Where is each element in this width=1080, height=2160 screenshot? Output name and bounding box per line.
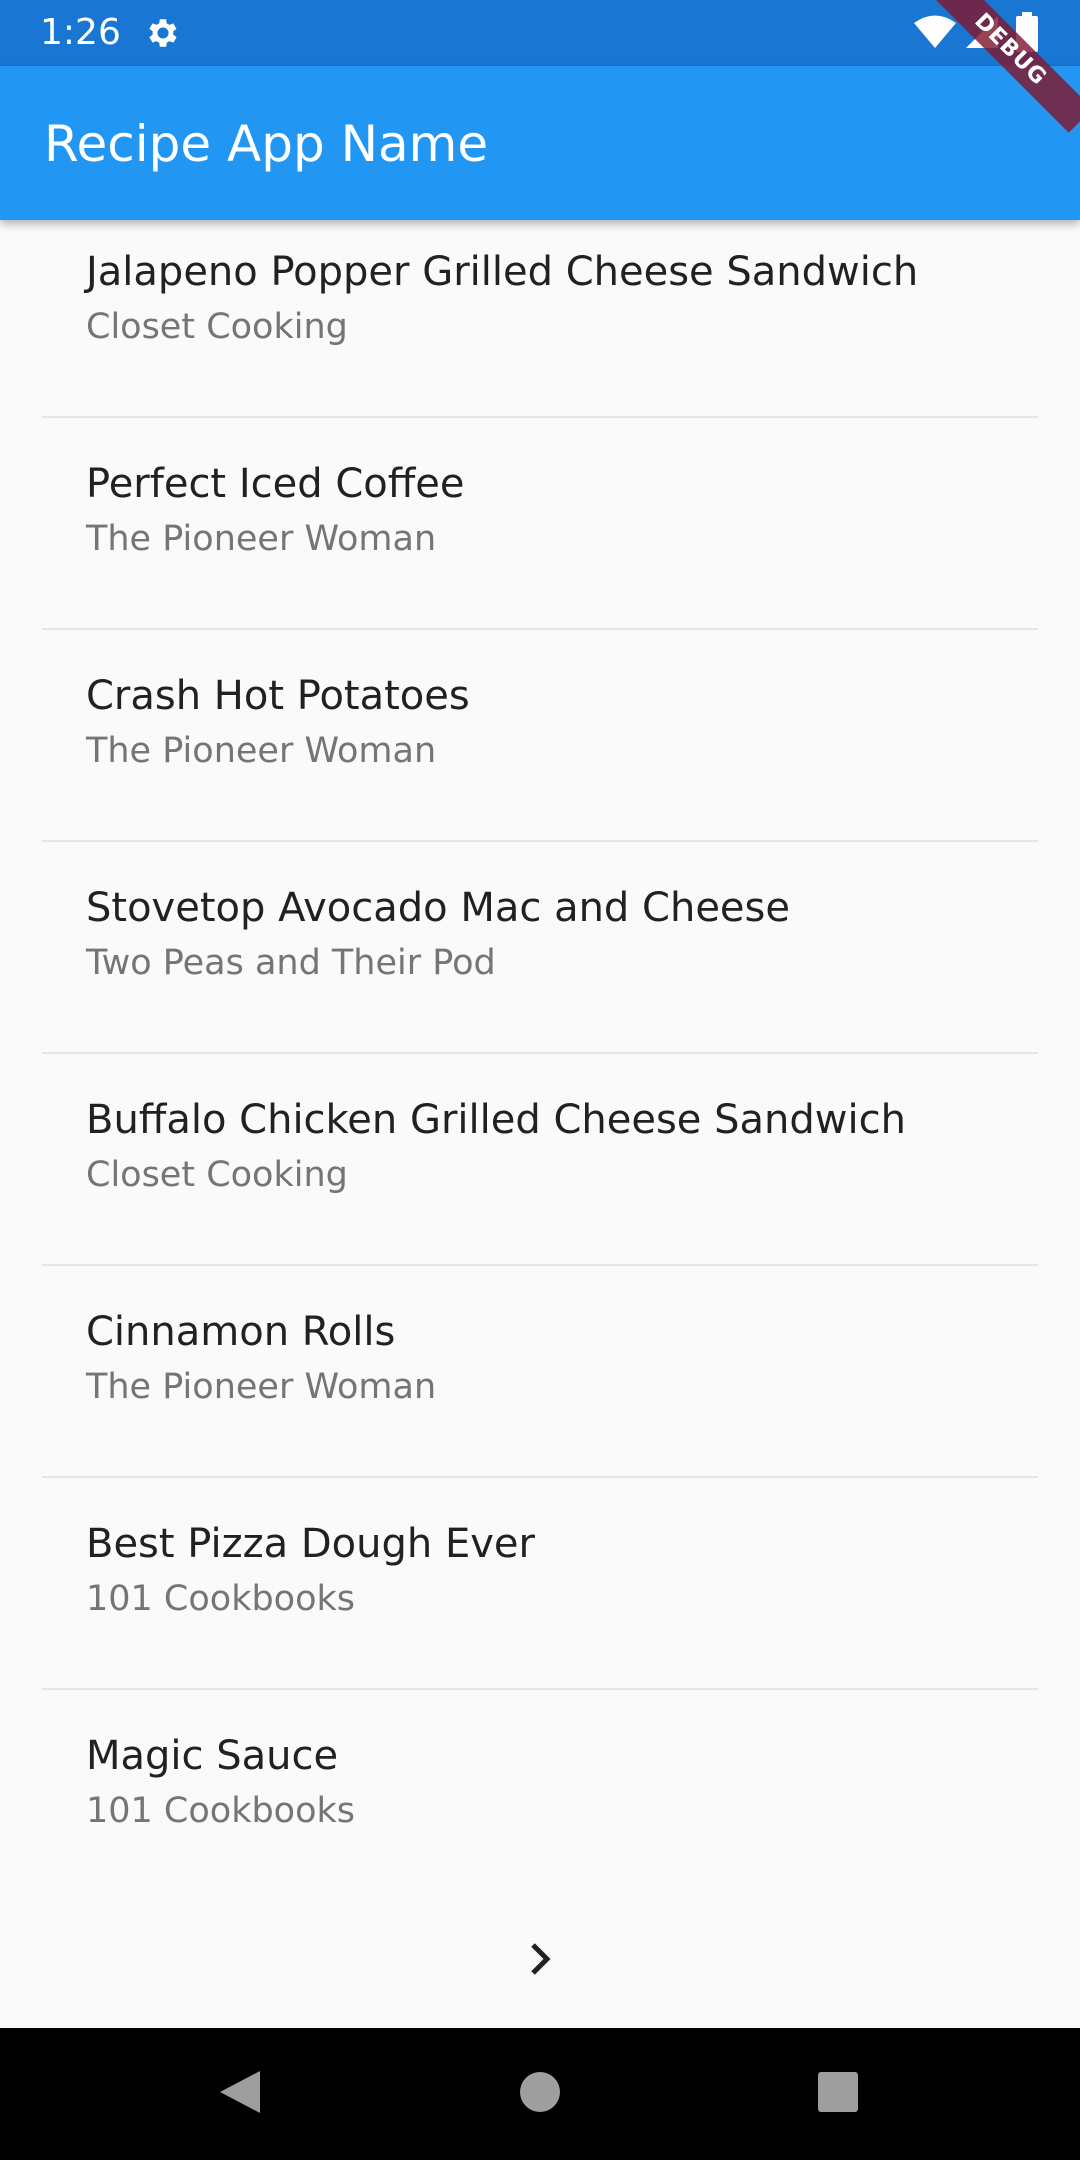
app-title: Recipe App Name	[44, 115, 489, 173]
recipe-title: Jalapeno Popper Grilled Cheese Sandwich	[86, 249, 919, 295]
app-bar: Recipe App Name	[0, 66, 1080, 220]
home-icon	[519, 2071, 561, 2117]
recipe-source: The Pioneer Woman	[86, 519, 437, 559]
recipe-title: Stovetop Avocado Mac and Cheese	[86, 885, 790, 931]
next-page-button[interactable]	[510, 1936, 570, 1986]
chevron-right-icon	[525, 1939, 555, 1983]
recipe-list-item[interactable]: Buffalo Chicken Grilled Cheese Sandwich …	[42, 1054, 1038, 1266]
back-icon	[216, 2067, 264, 2121]
recipe-list-item[interactable]: Jalapeno Popper Grilled Cheese Sandwich …	[42, 220, 1038, 418]
wifi-icon	[912, 14, 958, 50]
recipe-title: Best Pizza Dough Ever	[86, 1521, 535, 1567]
recents-icon	[817, 2071, 859, 2117]
status-bar: 1:26	[0, 0, 1080, 66]
recipe-list-item[interactable]: Magic Sauce 101 Cookbooks	[42, 1690, 1038, 1902]
recipe-list-item[interactable]: Crash Hot Potatoes The Pioneer Woman	[42, 630, 1038, 842]
home-button[interactable]	[508, 2062, 572, 2126]
recipe-title: Crash Hot Potatoes	[86, 673, 470, 719]
recipe-title: Perfect Iced Coffee	[86, 461, 465, 507]
recipe-source: Closet Cooking	[86, 307, 348, 347]
recipe-list-item[interactable]: Perfect Iced Coffee The Pioneer Woman	[42, 418, 1038, 630]
recipe-list-item[interactable]: Cinnamon Rolls The Pioneer Woman	[42, 1266, 1038, 1478]
recipe-source: Two Peas and Their Pod	[86, 943, 496, 983]
recipe-source: 101 Cookbooks	[86, 1579, 356, 1619]
app-screen: 1:26 Recipe App Name DEBUG Jalapeno Popp…	[0, 0, 1080, 2160]
recipe-source: The Pioneer Woman	[86, 1367, 437, 1407]
recipe-list: Jalapeno Popper Grilled Cheese Sandwich …	[0, 220, 1080, 1902]
recipe-source: Closet Cooking	[86, 1155, 348, 1195]
back-button[interactable]	[208, 2062, 272, 2126]
recipe-source: The Pioneer Woman	[86, 731, 437, 771]
status-time: 1:26	[40, 12, 121, 53]
recipe-title: Magic Sauce	[86, 1733, 339, 1779]
gear-icon	[144, 14, 182, 52]
recipe-title: Buffalo Chicken Grilled Cheese Sandwich	[86, 1097, 906, 1143]
recipe-title: Cinnamon Rolls	[86, 1309, 396, 1355]
navigation-bar	[0, 2028, 1080, 2160]
recipe-source: 101 Cookbooks	[86, 1791, 356, 1831]
recipe-list-item[interactable]: Best Pizza Dough Ever 101 Cookbooks	[42, 1478, 1038, 1690]
recents-button[interactable]	[806, 2062, 870, 2126]
recipe-list-item[interactable]: Stovetop Avocado Mac and Cheese Two Peas…	[42, 842, 1038, 1054]
